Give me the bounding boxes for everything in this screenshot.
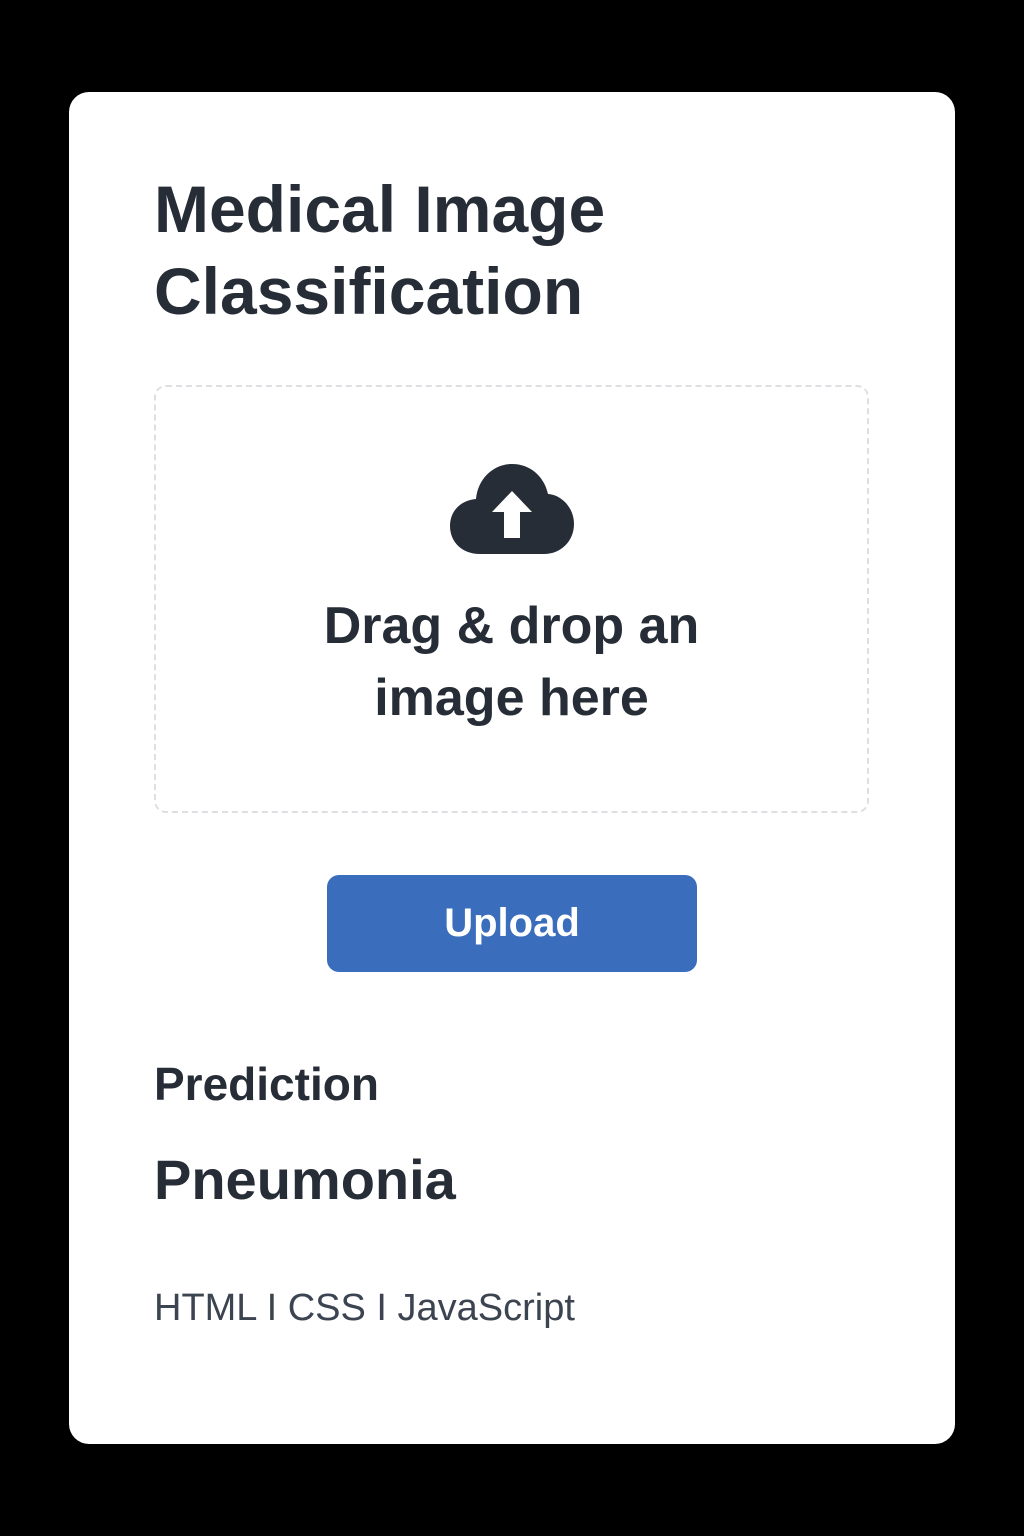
dropzone-instructions: Drag & drop an image here (323, 597, 700, 727)
prediction-value: Pneumonia (154, 1148, 456, 1211)
cloud-upload-icon (449, 464, 574, 554)
prediction-label: Prediction (154, 1058, 379, 1110)
upload-button[interactable]: Upload (327, 875, 697, 972)
classifier-card: Medical Image Classification Drag & drop… (69, 92, 955, 1444)
image-dropzone[interactable]: Drag & drop an image here (154, 385, 869, 813)
tech-stack-footer: HTML I CSS I JavaScript (154, 1287, 575, 1329)
page-title: Medical Image Classification (154, 172, 606, 328)
